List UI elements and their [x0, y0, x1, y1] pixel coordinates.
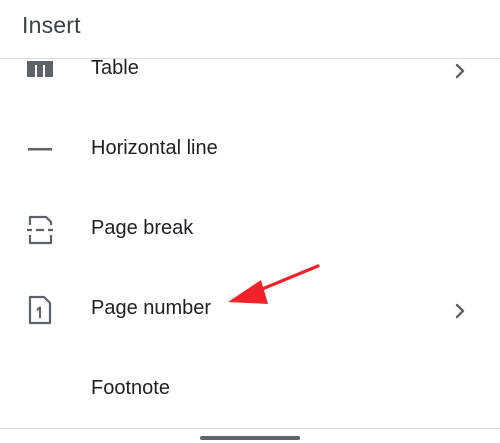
menu-item-page-number[interactable]: Page number — [0, 269, 500, 349]
chevron-right-icon — [448, 59, 472, 83]
insert-menu: Table Horizontal line Page break Page nu… — [0, 29, 500, 429]
chevron-right-icon — [448, 299, 472, 323]
page-number-icon — [22, 292, 58, 328]
header-bar: Insert — [0, 0, 500, 59]
bottom-divider — [0, 428, 500, 429]
menu-item-label: Horizontal line — [91, 137, 218, 159]
menu-item-label: Page break — [91, 217, 194, 239]
menu-item-footnote[interactable]: Footnote — [0, 349, 500, 429]
menu-item-horizontal-line[interactable]: Horizontal line — [0, 109, 500, 189]
home-indicator[interactable] — [200, 436, 300, 440]
menu-item-label: Footnote — [91, 377, 170, 399]
header-title: Insert — [22, 12, 81, 38]
menu-item-label: Page number — [91, 297, 212, 319]
horizontal-line-icon — [22, 132, 58, 168]
page-break-icon — [22, 212, 58, 248]
menu-item-page-break[interactable]: Page break — [0, 189, 500, 269]
menu-item-label: Table — [91, 57, 139, 79]
